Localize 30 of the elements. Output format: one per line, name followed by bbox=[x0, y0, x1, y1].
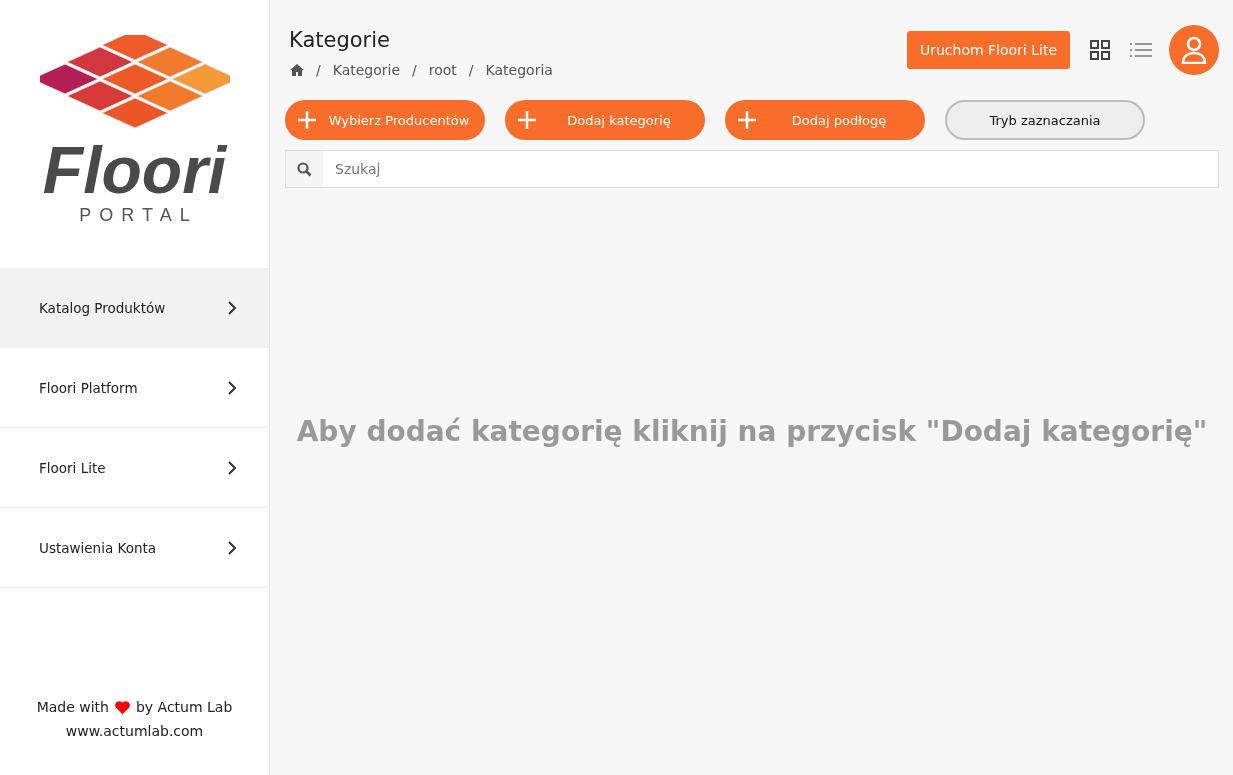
chevron-right-icon bbox=[227, 299, 237, 316]
breadcrumb-separator: / bbox=[468, 62, 474, 78]
chevron-right-icon bbox=[227, 539, 237, 556]
page-title: Kategorie bbox=[288, 28, 391, 52]
logo-wordmark: Floori bbox=[42, 137, 227, 203]
breadcrumb-link[interactable]: root bbox=[428, 62, 457, 78]
breadcrumb-link[interactable]: Kategorie bbox=[332, 62, 401, 78]
logo-subtitle: PORTAL bbox=[79, 205, 198, 226]
footer-text: Made with bbox=[36, 698, 109, 717]
breadcrumb-separator: / bbox=[316, 62, 321, 78]
plus-icon bbox=[297, 110, 317, 130]
website-link[interactable]: www.actumlab.com bbox=[65, 723, 204, 739]
home-icon[interactable] bbox=[290, 64, 304, 76]
breadcrumb-link[interactable]: Kategoria bbox=[485, 62, 553, 78]
list-view-icon[interactable] bbox=[1130, 42, 1152, 58]
grid-view-icon[interactable] bbox=[1090, 40, 1110, 60]
sidebar-item[interactable]: Ustawienia Konta bbox=[0, 508, 269, 588]
heart-icon bbox=[113, 699, 131, 715]
action-button[interactable]: Tryb zaznaczania bbox=[945, 100, 1145, 140]
sidebar-item[interactable]: Floori Platform bbox=[0, 348, 269, 428]
chevron-right-icon bbox=[227, 459, 237, 476]
empty-state-message: Aby dodać kategorię kliknij na przycisk "Dodaj kategorię" bbox=[296, 415, 1208, 448]
sidebar-item[interactable]: Floori Lite bbox=[0, 428, 269, 508]
plus-icon bbox=[517, 110, 537, 130]
user-avatar[interactable] bbox=[1169, 25, 1219, 75]
breadcrumb-separator: / bbox=[412, 62, 417, 78]
chevron-right-icon bbox=[227, 379, 237, 396]
footer-text: by Actum Lab bbox=[135, 698, 233, 717]
sidebar-item[interactable]: Katalog Produktów bbox=[0, 268, 269, 348]
plus-icon bbox=[737, 110, 757, 130]
